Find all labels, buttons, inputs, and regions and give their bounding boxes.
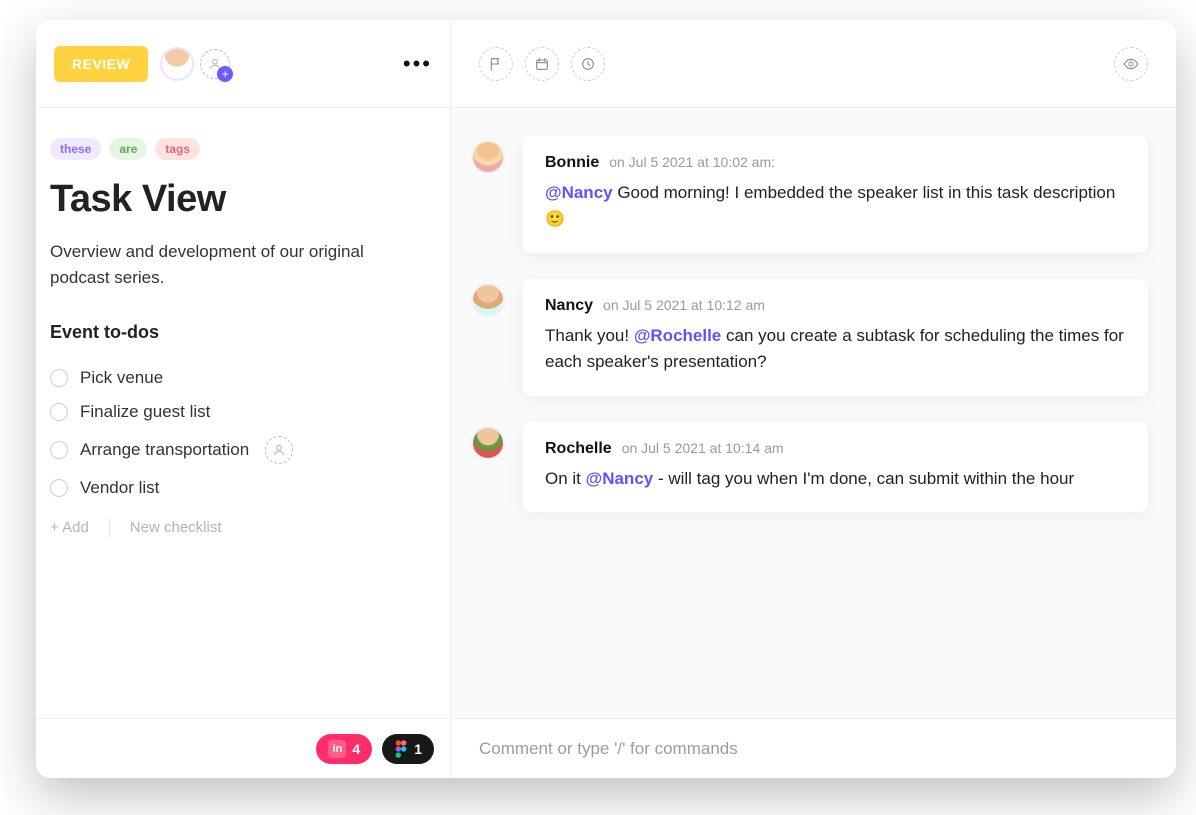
checklist-title: Event to-dos xyxy=(50,322,424,343)
checkbox[interactable] xyxy=(50,369,68,387)
comment-avatar[interactable] xyxy=(473,285,503,315)
checklist-item[interactable]: Finalize guest list xyxy=(50,395,424,429)
checklist-item-label: Pick venue xyxy=(80,368,163,388)
more-menu-button[interactable]: ••• xyxy=(403,51,432,77)
comment-body: Thank you! @Rochelle can you create a su… xyxy=(545,323,1126,376)
status-pill[interactable]: REVIEW xyxy=(54,46,148,82)
divider xyxy=(109,519,110,537)
add-assignee-button[interactable]: + xyxy=(200,49,230,79)
checklist-item-label: Arrange transportation xyxy=(80,440,249,460)
time-button[interactable] xyxy=(571,47,605,81)
comment-avatar[interactable] xyxy=(473,142,503,172)
comment-bubble: Rochelle on Jul 5 2021 at 10:14 am On it @… xyxy=(523,422,1148,512)
calendar-icon xyxy=(534,56,550,72)
watch-button[interactable] xyxy=(1114,47,1148,81)
task-description[interactable]: Overview and development of our original… xyxy=(50,239,370,292)
invision-count: 4 xyxy=(352,741,360,757)
comment-avatar[interactable] xyxy=(473,428,503,458)
tag[interactable]: are xyxy=(109,138,147,160)
comment-body: On it @Nancy - will tag you when I'm don… xyxy=(545,466,1126,492)
checklist-item[interactable]: Vendor list xyxy=(50,471,424,505)
comment: Nancy on Jul 5 2021 at 10:12 am Thank you!… xyxy=(473,279,1148,396)
figma-count: 1 xyxy=(414,741,422,757)
checklist-item[interactable]: Arrange transportation xyxy=(50,429,424,471)
new-checklist-button[interactable]: New checklist xyxy=(130,519,222,536)
comment-bubble: Nancy on Jul 5 2021 at 10:12 am Thank you!… xyxy=(523,279,1148,396)
comment-author: Bonnie xyxy=(545,154,599,172)
comment-timestamp: on Jul 5 2021 at 10:14 am xyxy=(622,440,784,456)
mention[interactable]: @Nancy xyxy=(545,183,613,202)
figma-attachments-pill[interactable]: 1 xyxy=(382,734,434,764)
assign-button[interactable] xyxy=(265,436,293,464)
checklist-item[interactable]: Pick venue xyxy=(50,361,424,395)
priority-button[interactable] xyxy=(479,47,513,81)
eye-icon xyxy=(1123,56,1139,72)
comment-timestamp: on Jul 5 2021 at 10:02 am: xyxy=(609,154,775,170)
invision-icon: in xyxy=(328,740,346,758)
mention[interactable]: @Rochelle xyxy=(634,326,721,345)
plus-icon: + xyxy=(217,66,233,82)
comment-timestamp: on Jul 5 2021 at 10:12 am xyxy=(603,297,765,313)
comment-bubble: Bonnie on Jul 5 2021 at 10:02 am: @Nancy G… xyxy=(523,136,1148,253)
person-icon xyxy=(272,443,286,457)
comment: Bonnie on Jul 5 2021 at 10:02 am: @Nancy G… xyxy=(473,136,1148,253)
checkbox[interactable] xyxy=(50,441,68,459)
comment-author: Rochelle xyxy=(545,440,612,458)
mention[interactable]: @Nancy xyxy=(586,469,654,488)
clock-icon xyxy=(580,56,596,72)
date-button[interactable] xyxy=(525,47,559,81)
add-checklist-item-button[interactable]: + Add xyxy=(50,519,89,536)
tag[interactable]: tags xyxy=(155,138,200,160)
checkbox[interactable] xyxy=(50,403,68,421)
assignee-avatar[interactable] xyxy=(162,49,192,79)
figma-icon xyxy=(394,740,408,758)
checkbox[interactable] xyxy=(50,479,68,497)
flag-icon xyxy=(488,56,504,72)
tag[interactable]: these xyxy=(50,138,101,160)
task-title[interactable]: Task View xyxy=(50,178,424,221)
comment: Rochelle on Jul 5 2021 at 10:14 am On it @… xyxy=(473,422,1148,512)
comment-author: Nancy xyxy=(545,297,593,315)
invision-attachments-pill[interactable]: in 4 xyxy=(316,734,372,764)
comment-input[interactable] xyxy=(479,739,1148,759)
checklist-item-label: Finalize guest list xyxy=(80,402,210,422)
comment-body: @Nancy Good morning! I embedded the spea… xyxy=(545,180,1126,233)
checklist-item-label: Vendor list xyxy=(80,478,159,498)
emoji-icon: 🙂 xyxy=(545,211,565,228)
